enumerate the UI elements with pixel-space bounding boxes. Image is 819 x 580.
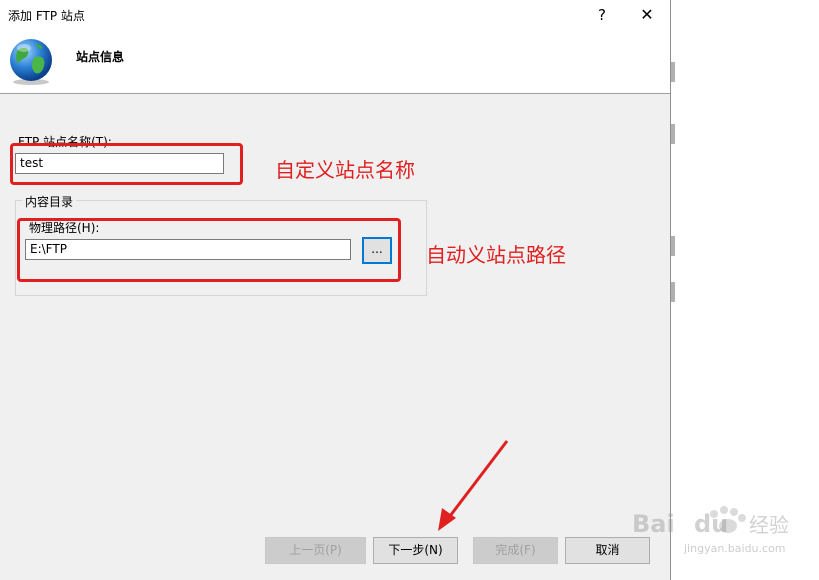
svg-text:du: du xyxy=(694,510,728,538)
svg-text:经验: 经验 xyxy=(749,513,789,537)
baidu-watermark: Bai du 经验 jingyan.baidu.com xyxy=(632,506,789,555)
arrow-annotation xyxy=(438,440,509,531)
svg-text:jingyan.baidu.com: jingyan.baidu.com xyxy=(683,542,786,555)
svg-text:Bai: Bai xyxy=(632,510,675,538)
